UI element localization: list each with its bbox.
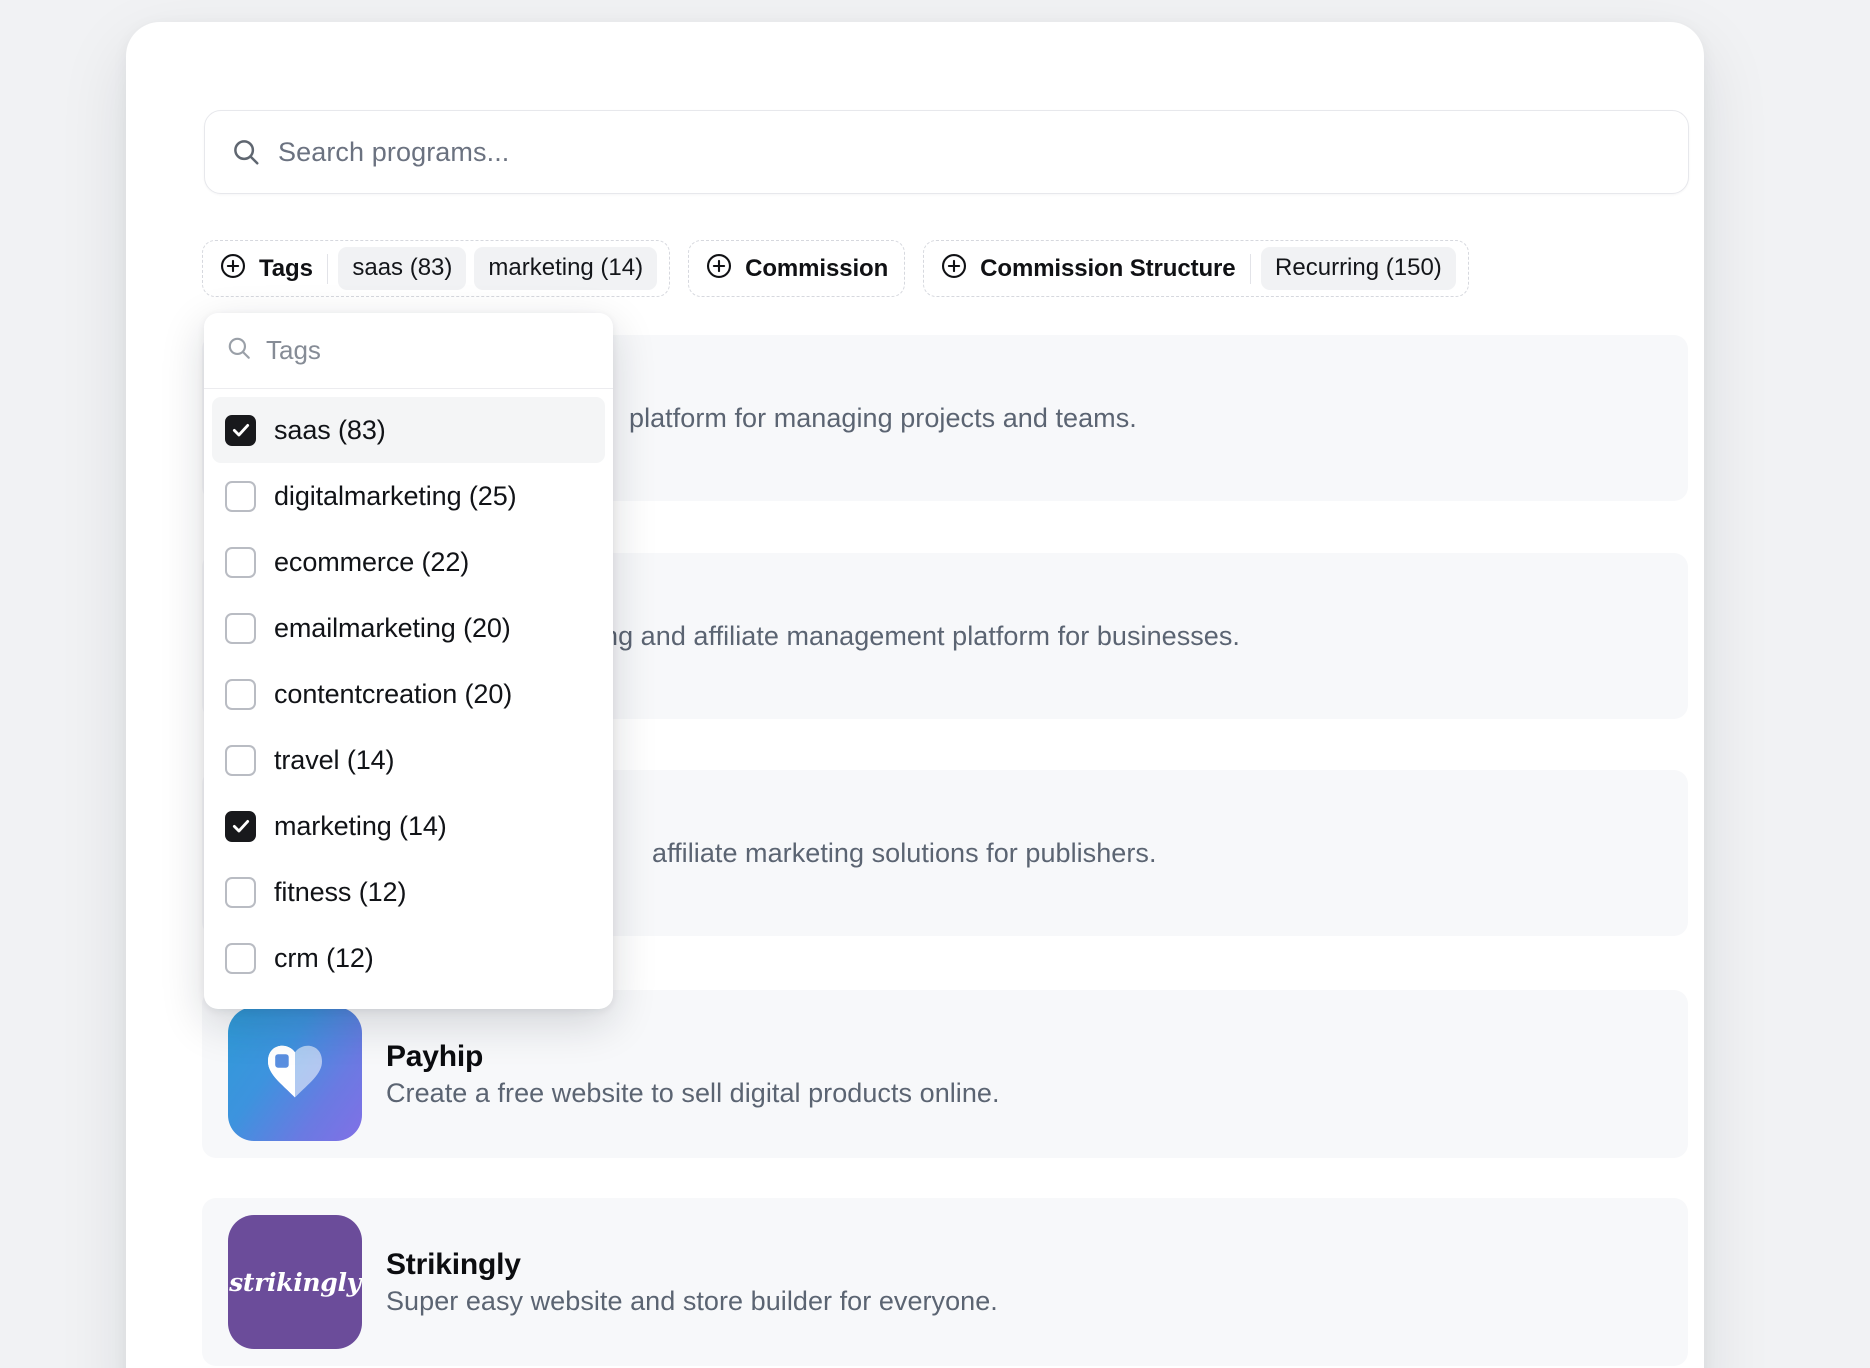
- list-item-description: platform for managing projects and teams…: [629, 402, 1137, 433]
- plus-circle-icon: [219, 252, 247, 285]
- filter-values-commission-structure: Recurring (150): [1261, 247, 1456, 290]
- filter-add-commission-structure[interactable]: Commission Structure: [940, 252, 1249, 285]
- tags-option-label: contentcreation (20): [274, 678, 513, 709]
- filter-group-commission[interactable]: Commission: [688, 240, 906, 297]
- tags-option-label: fitness (12): [274, 876, 407, 907]
- filter-label-commission: Commission: [745, 254, 889, 282]
- list-item-strikingly[interactable]: strikingly Strikingly Super easy website…: [202, 1198, 1688, 1366]
- checkbox-icon[interactable]: [225, 678, 256, 710]
- filter-group-commission-structure[interactable]: Commission Structure Recurring (150): [923, 240, 1469, 297]
- filter-chip-recurring[interactable]: Recurring (150): [1261, 247, 1456, 290]
- tags-option-saas[interactable]: saas (83): [212, 397, 605, 463]
- list-item-description: Super easy website and store builder for…: [386, 1285, 998, 1316]
- list-item-text: Payhip Create a free website to sell dig…: [386, 1040, 1000, 1109]
- search-icon: [231, 137, 261, 167]
- filter-chip-saas[interactable]: saas (83): [338, 247, 467, 290]
- strikingly-logo: strikingly: [228, 1215, 362, 1349]
- filter-values-tags: saas (83) marketing (14): [338, 247, 658, 290]
- tags-dropdown-panel: Tags saas (83) digitalmarketing (25) eco…: [204, 313, 613, 1009]
- filter-label-commission-structure: Commission Structure: [980, 254, 1236, 282]
- filter-add-tags[interactable]: Tags: [219, 252, 327, 285]
- checkbox-checked-icon[interactable]: [225, 414, 256, 446]
- search-placeholder: Search programs...: [278, 136, 510, 167]
- list-item-description: ng and affiliate management platform for…: [603, 620, 1240, 651]
- tags-option-label: marketing (14): [274, 810, 447, 841]
- tags-option-label: emailmarketing (20): [274, 612, 511, 643]
- filter-row: Tags saas (83) marketing (14) Commission: [202, 240, 1469, 297]
- checkbox-icon[interactable]: [225, 744, 256, 776]
- list-item-title: Strikingly: [386, 1247, 521, 1281]
- page-root: Search programs... Tags saas (83) market…: [0, 0, 1870, 1368]
- tags-option-travel[interactable]: travel (14): [212, 727, 605, 793]
- strikingly-wordmark: strikingly: [229, 1267, 361, 1297]
- filter-add-commission[interactable]: Commission: [705, 252, 892, 285]
- tags-option-label: saas (83): [274, 414, 386, 445]
- tags-option-contentcreation[interactable]: contentcreation (20): [212, 661, 605, 727]
- tags-option-fitness[interactable]: fitness (12): [212, 859, 605, 925]
- list-item-title: Payhip: [386, 1039, 484, 1073]
- checkbox-icon[interactable]: [225, 612, 256, 644]
- divider: [1249, 253, 1252, 284]
- tags-option-label: digitalmarketing (25): [274, 480, 517, 511]
- tags-option-crm[interactable]: crm (12): [212, 925, 605, 991]
- checkbox-icon[interactable]: [225, 876, 256, 908]
- plus-circle-icon: [940, 252, 968, 285]
- tags-option-label: crm (12): [274, 942, 374, 973]
- search-input[interactable]: Search programs...: [204, 110, 1689, 194]
- tags-option-list: saas (83) digitalmarketing (25) ecommerc…: [204, 389, 613, 1009]
- checkbox-icon[interactable]: [225, 480, 256, 512]
- tags-search-placeholder: Tags: [266, 335, 321, 365]
- tags-option-emailmarketing[interactable]: emailmarketing (20): [212, 595, 605, 661]
- tag-heart-icon: [268, 1045, 322, 1098]
- tags-option-label: ecommerce (22): [274, 546, 470, 577]
- tags-search-input[interactable]: Tags: [204, 313, 613, 389]
- list-item-text: Strikingly Super easy website and store …: [386, 1248, 998, 1317]
- tags-option-marketing[interactable]: marketing (14): [212, 793, 605, 859]
- plus-circle-icon: [705, 252, 733, 285]
- divider: [326, 253, 329, 284]
- tags-option-label: travel (14): [274, 744, 395, 775]
- list-item-description: Create a free website to sell digital pr…: [386, 1077, 1000, 1108]
- payhip-logo: [228, 1007, 362, 1141]
- checkbox-checked-icon[interactable]: [225, 810, 256, 842]
- checkbox-icon[interactable]: [225, 942, 256, 974]
- tags-option-ecommerce[interactable]: ecommerce (22): [212, 529, 605, 595]
- filter-group-tags[interactable]: Tags saas (83) marketing (14): [202, 240, 671, 297]
- checkbox-icon[interactable]: [225, 546, 256, 578]
- list-item-description: affiliate marketing solutions for publis…: [652, 837, 1157, 868]
- list-item-payhip[interactable]: Payhip Create a free website to sell dig…: [202, 990, 1688, 1158]
- filter-label-tags: Tags: [259, 254, 313, 282]
- search-icon: [226, 335, 252, 366]
- filter-chip-marketing[interactable]: marketing (14): [474, 247, 658, 290]
- tags-option-digitalmarketing[interactable]: digitalmarketing (25): [212, 463, 605, 529]
